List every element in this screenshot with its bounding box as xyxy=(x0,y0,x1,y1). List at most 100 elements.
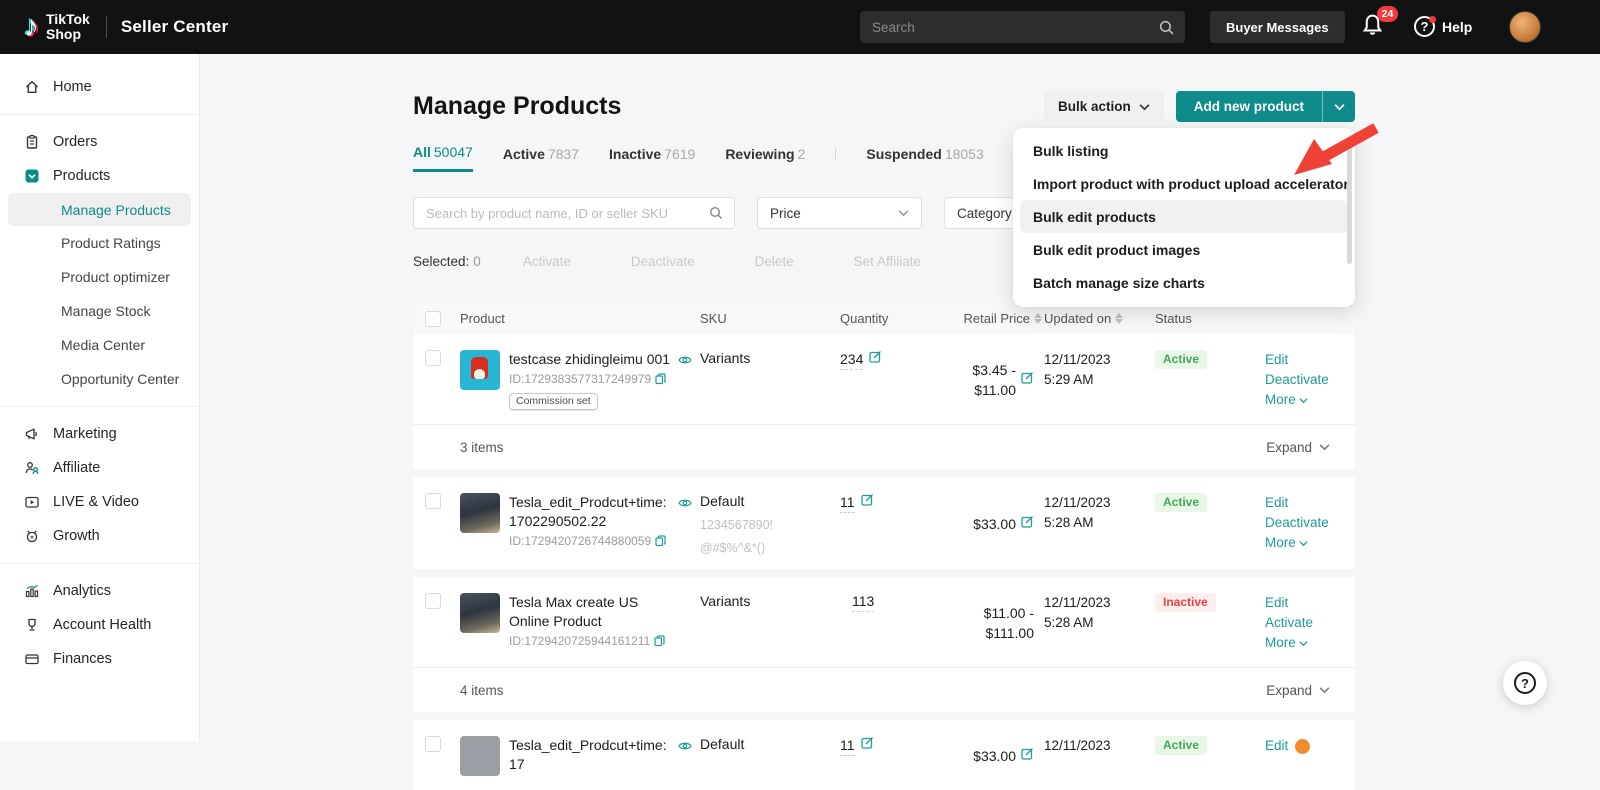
quantity-value[interactable]: 234 xyxy=(840,351,863,370)
sidebar-item-manage-products[interactable]: Manage Products xyxy=(8,193,191,226)
quantity-value[interactable]: 11 xyxy=(840,737,855,756)
more-link[interactable]: More xyxy=(1265,633,1355,653)
more-link[interactable]: More xyxy=(1265,390,1355,410)
sidebar-item-finances[interactable]: Finances xyxy=(0,642,199,676)
edit-link[interactable]: Edit xyxy=(1265,736,1355,756)
menu-item-bulk-edit-products[interactable]: Bulk edit products xyxy=(1020,200,1348,233)
column-retail-price-sort[interactable]: Retail Price xyxy=(964,311,1042,326)
tab-suspended[interactable]: Suspended18053 xyxy=(866,146,983,171)
edit-link[interactable]: Edit xyxy=(1265,350,1355,370)
copy-icon[interactable] xyxy=(654,635,665,647)
search-icon[interactable] xyxy=(708,205,724,221)
deactivate-link[interactable]: Deactivate xyxy=(1265,370,1355,390)
product-image[interactable] xyxy=(460,350,500,390)
sidebar-item-home[interactable]: Home xyxy=(0,70,199,104)
menu-item-bulk-edit-product-images[interactable]: Bulk edit product images xyxy=(1013,233,1355,266)
copy-icon[interactable] xyxy=(655,535,666,547)
deactivate-link[interactable]: Deactivate xyxy=(1265,513,1355,533)
preview-eye-icon[interactable] xyxy=(678,739,692,757)
commission-tag: Commission set xyxy=(509,393,598,410)
global-search[interactable] xyxy=(860,11,1185,43)
table-header: Product SKU Quantity Retail Price Update… xyxy=(413,303,1355,334)
edit-quantity-icon[interactable] xyxy=(861,736,874,753)
product-id: ID:1729420726744880059 xyxy=(509,534,651,548)
notification-count-badge: 24 xyxy=(1377,6,1398,22)
help-button[interactable]: ? Help xyxy=(1414,16,1472,37)
sidebar-item-manage-stock[interactable]: Manage Stock xyxy=(0,294,199,328)
menu-item-sync-products[interactable]: Sync products from other platforms xyxy=(1013,299,1355,307)
sort-icons xyxy=(1115,313,1123,324)
edit-price-icon[interactable] xyxy=(1021,515,1034,533)
product-image[interactable] xyxy=(460,736,500,776)
tab-inactive[interactable]: Inactive7619 xyxy=(609,146,695,171)
sidebar-item-products[interactable]: Products xyxy=(0,159,199,193)
product-image[interactable] xyxy=(460,493,500,533)
sidebar-item-analytics[interactable]: Analytics xyxy=(0,574,199,608)
expand-group-button[interactable]: Expand xyxy=(1266,683,1330,698)
menu-item-batch-manage-size-charts[interactable]: Batch manage size charts xyxy=(1013,266,1355,299)
product-row: Tesla_edit_Prodcut+time:1702290502.22 ID… xyxy=(413,477,1355,569)
edit-price-icon[interactable] xyxy=(1021,371,1034,389)
price-filter-select[interactable]: Price xyxy=(757,197,922,229)
tiktok-shop-logo[interactable]: ♪ TikTok Shop xyxy=(24,12,90,42)
row-checkbox[interactable] xyxy=(425,350,441,366)
search-icon[interactable] xyxy=(1158,19,1175,36)
sidebar-item-marketing[interactable]: Marketing xyxy=(0,417,199,451)
sidebar-item-account-health[interactable]: Account Health xyxy=(0,608,199,642)
notifications-button[interactable]: 24 xyxy=(1361,13,1391,43)
copy-icon[interactable] xyxy=(655,373,666,385)
sidebar-item-growth[interactable]: Growth xyxy=(0,519,199,553)
edit-price-icon[interactable] xyxy=(1021,747,1034,765)
product-name[interactable]: Tesla Max create US Online Product xyxy=(509,593,692,631)
add-new-product-caret-button[interactable] xyxy=(1322,91,1355,122)
activate-button[interactable]: Activate xyxy=(505,245,589,277)
product-search-box[interactable] xyxy=(413,197,735,229)
activate-link[interactable]: Activate xyxy=(1265,613,1355,633)
global-search-input[interactable] xyxy=(872,20,1158,35)
sidebar-item-live-video[interactable]: LIVE & Video xyxy=(0,485,199,519)
tab-all[interactable]: All50047 xyxy=(413,144,473,172)
delete-button[interactable]: Delete xyxy=(737,245,812,277)
price-line-1: $3.45 - xyxy=(972,360,1016,380)
expand-group-button[interactable]: Expand xyxy=(1266,440,1330,455)
group-items-count: 4 items xyxy=(460,683,1266,698)
column-updated-on-sort[interactable]: Updated on xyxy=(1044,311,1155,326)
deactivate-button[interactable]: Deactivate xyxy=(613,245,713,277)
sidebar-item-affiliate[interactable]: Affiliate xyxy=(0,451,199,485)
updated-date: 12/11/2023 xyxy=(1044,350,1155,370)
products-icon xyxy=(24,168,40,184)
select-all-checkbox[interactable] xyxy=(425,311,441,327)
user-avatar[interactable] xyxy=(1509,11,1541,43)
product-name[interactable]: Tesla_edit_Prodcut+time:1702290502.22 xyxy=(509,493,692,531)
set-affiliate-button[interactable]: Set Affiliate xyxy=(836,245,939,277)
row-checkbox[interactable] xyxy=(425,736,441,752)
add-new-product-button[interactable]: Add new product xyxy=(1176,91,1322,122)
preview-eye-icon[interactable] xyxy=(678,496,692,514)
buyer-messages-button[interactable]: Buyer Messages xyxy=(1210,11,1345,43)
floating-help-button[interactable]: ? xyxy=(1503,661,1547,705)
product-name[interactable]: Tesla_edit_Prodcut+time:17 xyxy=(509,736,692,774)
affiliate-people-icon xyxy=(24,460,40,476)
chevron-down-icon xyxy=(898,209,909,217)
edit-link[interactable]: Edit xyxy=(1265,493,1355,513)
sidebar-item-opportunity-center[interactable]: Opportunity Center xyxy=(0,362,199,396)
tab-active[interactable]: Active7837 xyxy=(503,146,579,171)
sidebar-item-orders[interactable]: Orders xyxy=(0,125,199,159)
sidebar-item-product-optimizer[interactable]: Product optimizer xyxy=(0,260,199,294)
quantity-value[interactable]: 11 xyxy=(840,494,855,513)
product-image[interactable] xyxy=(460,593,500,633)
tab-reviewing[interactable]: Reviewing2 xyxy=(725,146,805,171)
sidebar-item-media-center[interactable]: Media Center xyxy=(0,328,199,362)
bulk-action-button[interactable]: Bulk action xyxy=(1044,91,1164,122)
more-link[interactable]: More xyxy=(1265,533,1355,553)
product-search-input[interactable] xyxy=(426,206,708,221)
edit-link[interactable]: Edit xyxy=(1265,593,1355,613)
sidebar-item-product-ratings[interactable]: Product Ratings xyxy=(0,226,199,260)
row-checkbox[interactable] xyxy=(425,493,441,509)
edit-quantity-icon[interactable] xyxy=(869,350,882,367)
row-checkbox[interactable] xyxy=(425,593,441,609)
quantity-value[interactable]: 113 xyxy=(852,593,874,612)
preview-eye-icon[interactable] xyxy=(678,353,692,371)
edit-quantity-icon[interactable] xyxy=(861,493,874,510)
product-name[interactable]: testcase zhidingleimu 001 xyxy=(509,350,692,369)
